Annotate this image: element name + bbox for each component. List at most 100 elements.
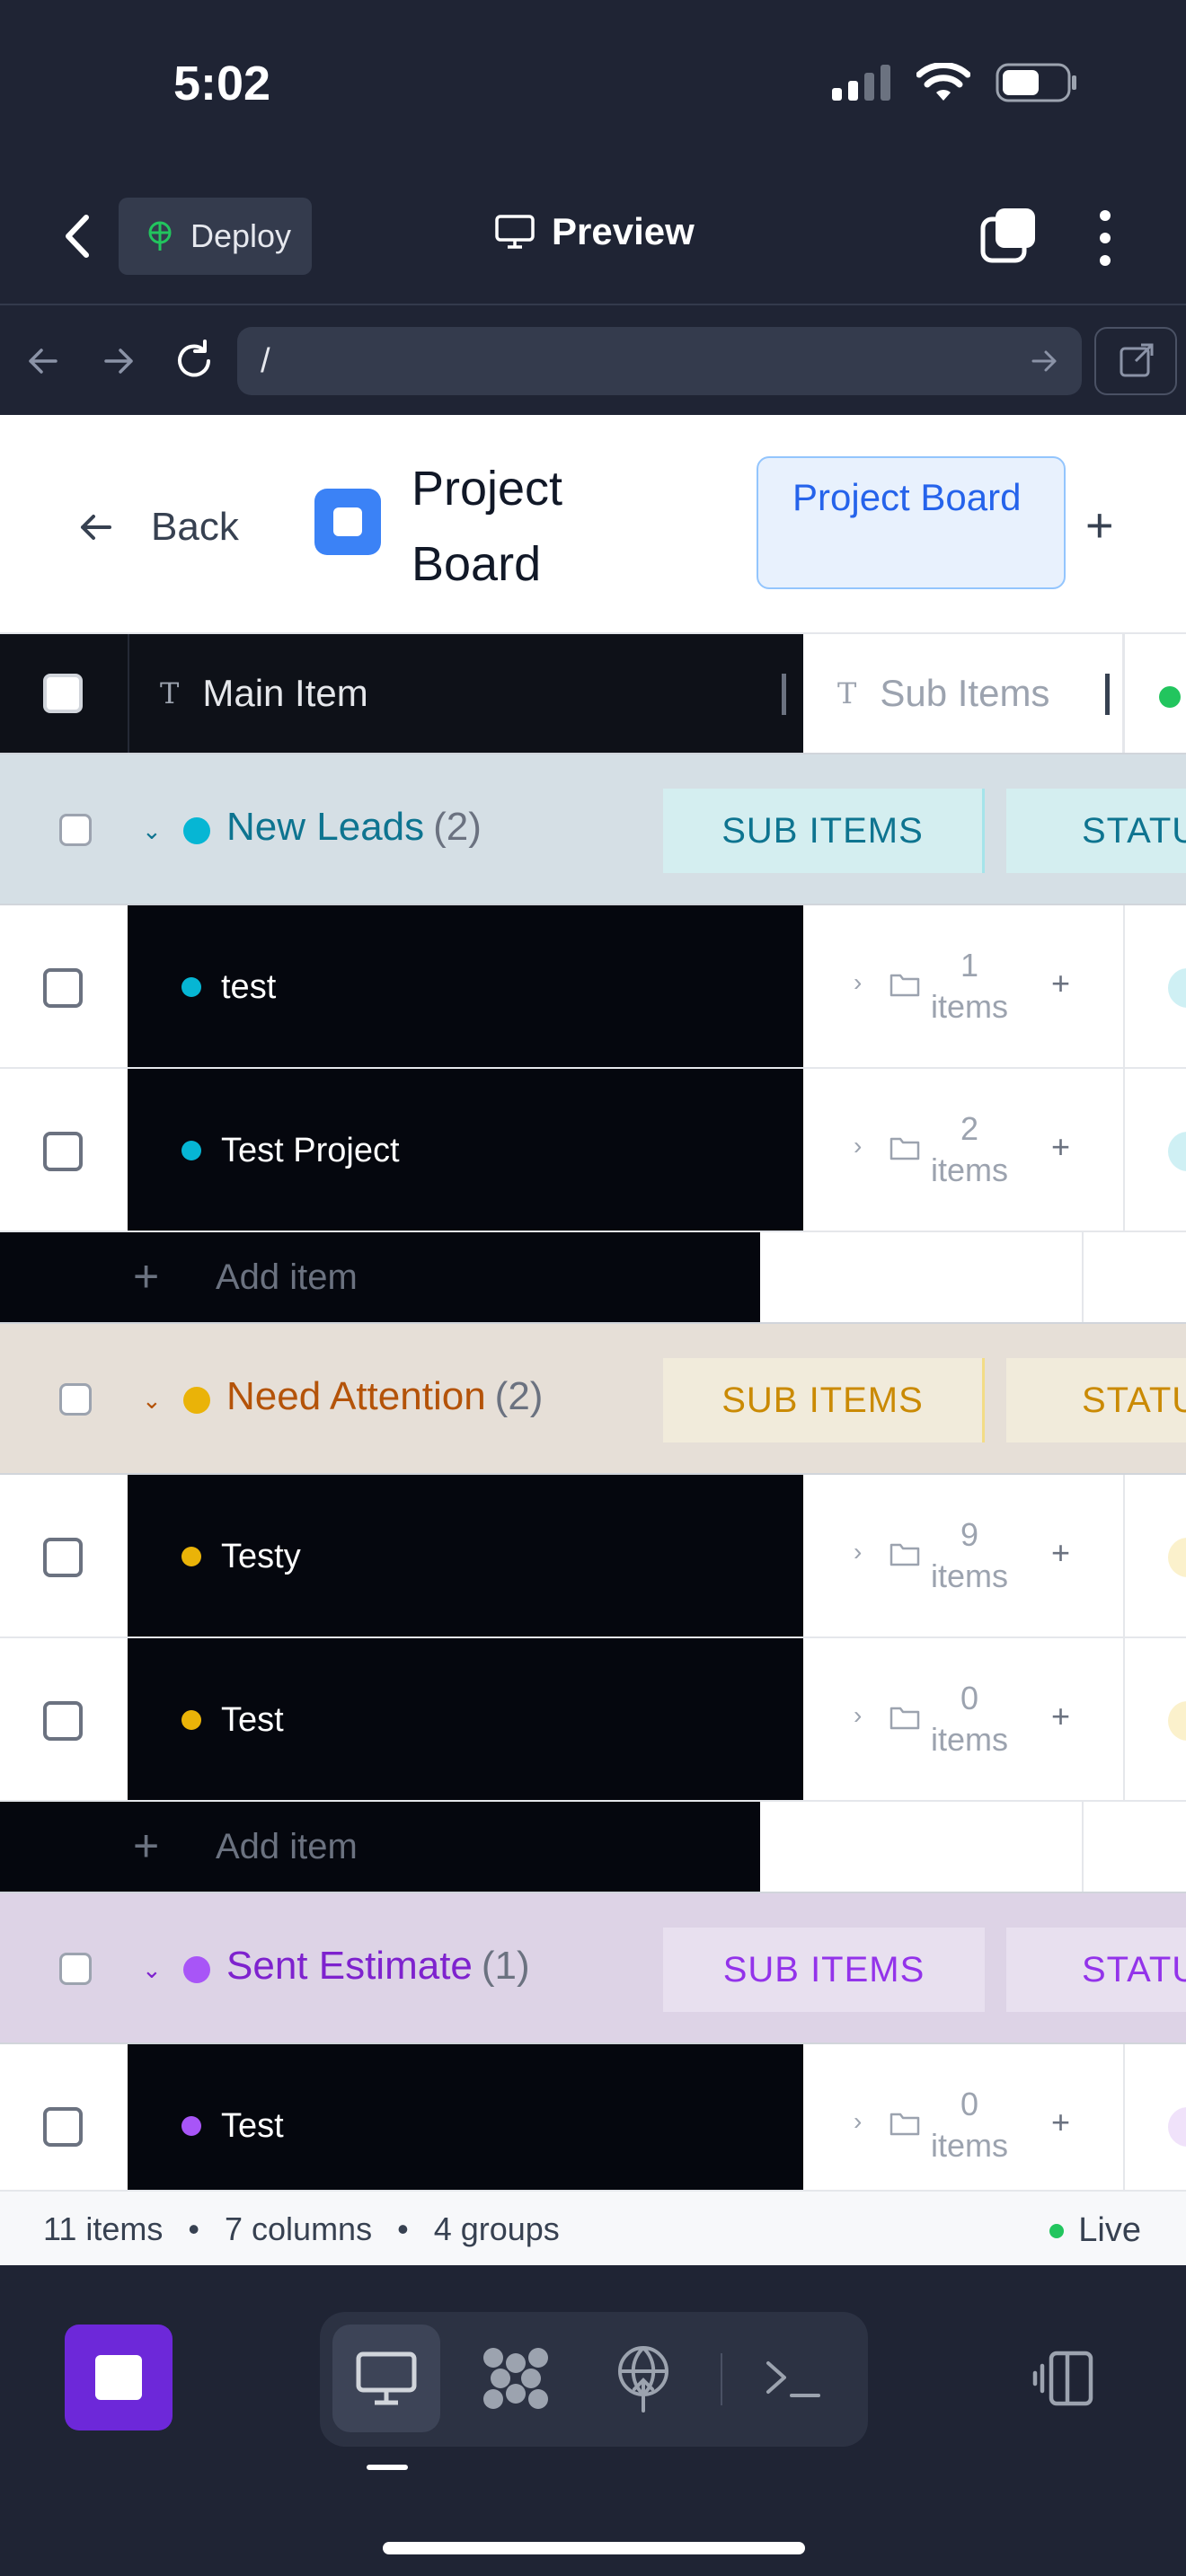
plus-icon: + [133,1251,160,1301]
group-header[interactable]: ⌄ Sent Estimate(1) SUB ITEMS STATUS [0,1892,1186,2044]
tab-project-board[interactable]: Project Board [757,456,1066,589]
sub-count-unit: items [930,1557,1008,1594]
column-resize-handle[interactable] [782,674,786,715]
folder-icon [890,1707,920,1730]
folder-icon [890,1137,920,1160]
chevron-right-icon[interactable]: › [854,1538,862,1566]
view-switcher [320,2312,868,2447]
deploy-view-button[interactable] [589,2325,697,2432]
row-checkbox[interactable] [43,1701,83,1741]
sub-items-cell[interactable]: › 1 items + [803,905,1125,1069]
main-item-cell[interactable]: Test [128,2044,803,2208]
add-sub-item-button[interactable]: + [1051,965,1070,1002]
add-sub-item-button[interactable]: + [1051,1534,1070,1572]
row-checkbox[interactable] [43,1538,83,1577]
preview-view-button[interactable] [332,2325,440,2432]
chevron-right-icon[interactable]: › [854,968,862,997]
group-count: (1) [481,1944,530,1988]
add-item-row[interactable]: + Add item [0,1232,1186,1322]
sub-item-count: 1 items [920,945,1019,1028]
reload-icon[interactable] [167,334,221,388]
url-bar: / [0,307,1186,415]
back-label: Back [151,505,239,549]
deploy-button[interactable]: Deploy [119,198,312,275]
live-indicator: Live [1049,2211,1141,2250]
main-item-cell[interactable]: test [128,905,803,1069]
more-vertical-icon[interactable] [1092,207,1119,269]
stop-button[interactable] [65,2325,173,2430]
sub-count-value: 0 [960,2086,979,2122]
column-header-main-item[interactable]: T Main Item [128,634,803,754]
chevron-right-icon[interactable]: › [854,2107,862,2136]
chevron-down-icon[interactable]: ⌄ [142,1387,162,1415]
arrow-forward-icon[interactable] [92,334,146,388]
arrow-back-icon[interactable] [16,334,70,388]
select-all-checkbox[interactable] [43,674,83,713]
url-input[interactable]: / [237,327,1082,395]
group-name: New Leads (2) [226,805,482,850]
chevron-right-icon[interactable]: › [854,1132,862,1160]
back-button[interactable]: Back [75,505,239,550]
chevron-down-icon[interactable]: ⌄ [142,1956,162,1984]
table-row[interactable]: Test Project › 2 items + [0,1069,1186,1232]
sub-item-count: 0 items [920,2084,1019,2166]
row-checkbox[interactable] [43,2107,83,2147]
group-checkbox[interactable] [59,1383,92,1416]
separator-dot: • [397,2210,409,2247]
group-checkbox[interactable] [59,1953,92,1985]
text-type-icon: T [837,676,857,710]
add-tab-button[interactable]: + [1085,498,1114,553]
deploy-label: Deploy [190,217,292,254]
add-item-row[interactable]: + Add item [0,1802,1186,1892]
sub-count-unit: items [930,1721,1008,1758]
group-count: (2) [433,805,482,849]
column-resize-handle[interactable] [1105,674,1110,715]
table-row[interactable]: Testy › 9 items + [0,1475,1186,1638]
sub-items-column-pill: SUB ITEMS [663,789,985,873]
go-arrow-icon[interactable] [1026,343,1062,379]
table-row[interactable]: Test › 0 items + [0,1638,1186,1802]
console-view-button[interactable] [740,2325,848,2432]
status-badge[interactable] [1168,1538,1186,1577]
tabs-icon[interactable] [979,207,1037,264]
status-badge[interactable] [1168,968,1186,1008]
sub-count-value: 2 [960,1110,979,1147]
sub-items-cell[interactable]: › 0 items + [803,2044,1125,2208]
group-header[interactable]: ⌄ New Leads(2) SUB ITEMS STATUS [0,753,1186,905]
main-item-cell[interactable]: Test Project [128,1069,803,1232]
status-badge[interactable] [1168,1701,1186,1741]
integrations-view-button[interactable] [462,2325,570,2432]
sub-count-value: 0 [960,1680,979,1716]
group-name: Need Attention (2) [226,1374,543,1419]
chevron-right-icon[interactable]: › [854,1701,862,1730]
table-row[interactable]: Test › 0 items + [0,2044,1186,2208]
column-header-sub-items[interactable]: T Sub Items [803,634,1125,754]
add-sub-item-button[interactable]: + [1051,2104,1070,2141]
sub-item-count: 9 items [920,1514,1019,1597]
status-badge[interactable] [1168,1132,1186,1171]
main-item-cell[interactable]: Test [128,1638,803,1802]
group-checkbox[interactable] [59,814,92,846]
chevron-down-icon[interactable]: ⌄ [142,817,162,845]
table-row[interactable]: test › 1 items + [0,905,1186,1069]
status-column-pill: STATUS [1006,1928,1186,2012]
chevron-left-icon[interactable] [54,205,99,268]
main-item-cell[interactable]: Testy [128,1475,803,1638]
sub-items-cell[interactable]: › 2 items + [803,1069,1125,1232]
open-external-button[interactable] [1094,327,1177,395]
external-link-icon [1120,343,1154,377]
globe-upload-icon [618,2346,668,2413]
divider [1082,1232,1084,1322]
plus-icon: + [133,1821,160,1871]
row-checkbox[interactable] [43,1132,83,1171]
add-sub-item-button[interactable]: + [1051,1698,1070,1735]
sub-count-unit: items [930,1151,1008,1188]
sub-items-cell[interactable]: › 9 items + [803,1475,1125,1638]
sub-items-cell[interactable]: › 0 items + [803,1638,1125,1802]
row-checkbox[interactable] [43,968,83,1008]
add-sub-item-button[interactable]: + [1051,1128,1070,1166]
text-type-icon: T [160,676,180,710]
group-header[interactable]: ⌄ Need Attention(2) SUB ITEMS STATUS [0,1322,1186,1475]
status-badge[interactable] [1168,2107,1186,2147]
side-panel-icon[interactable] [1031,2346,1096,2411]
